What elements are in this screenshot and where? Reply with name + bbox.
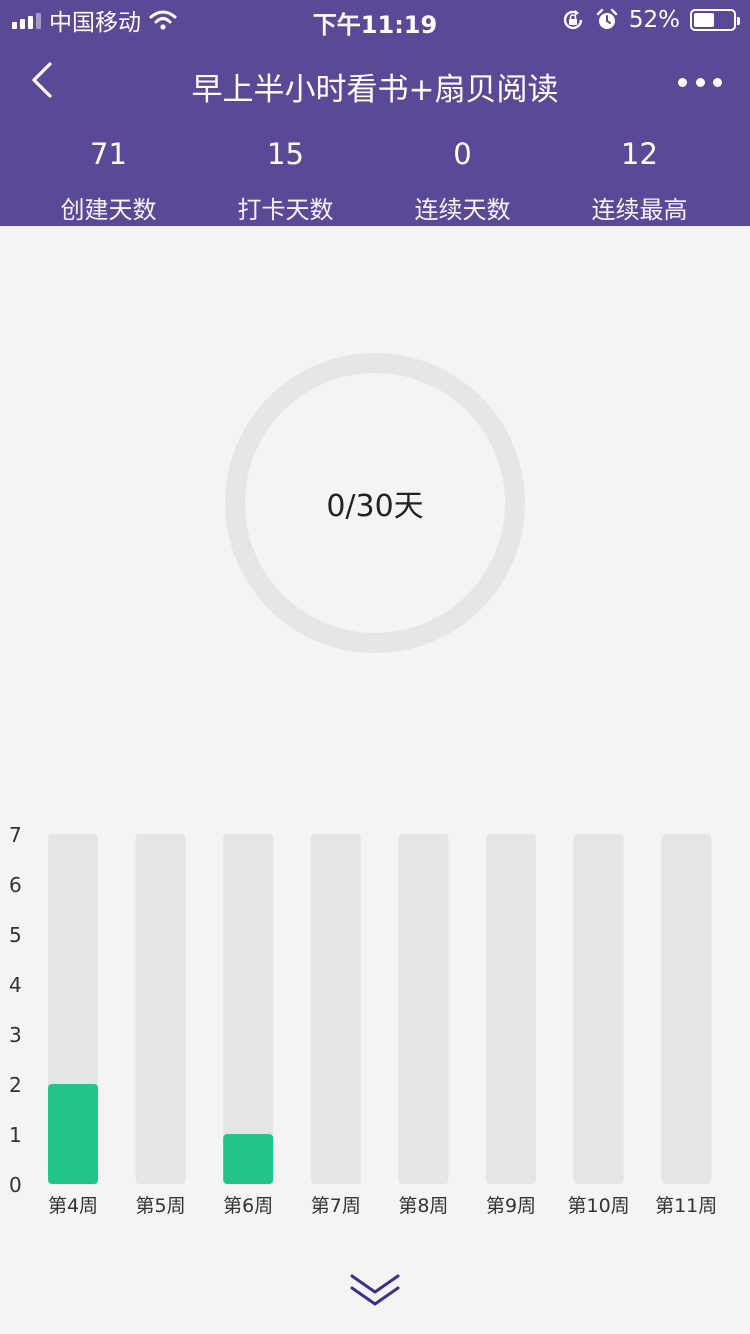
bar-chart-svg: 0 1 2 3 4 5 6 7 第4周 第5周 第6周 第7周 第8周 第9周 第10周 第11周 bbox=[9, 823, 717, 1217]
stat-value: 71 bbox=[90, 137, 127, 171]
more-dots-icon[interactable] bbox=[678, 72, 722, 92]
progress-ring: 0/30天 bbox=[225, 353, 525, 653]
rotation-lock-icon bbox=[563, 10, 583, 30]
bar-value bbox=[223, 1134, 274, 1184]
stat-max-streak: 12 连续最高 bbox=[551, 136, 728, 225]
alarm-icon bbox=[596, 8, 618, 29]
x-tick-label: 第9周 bbox=[486, 1195, 536, 1217]
y-tick-label: 5 bbox=[9, 923, 22, 947]
stats-row: 71 创建天数 15 打卡天数 0 连续天数 12 连续最高 bbox=[0, 136, 750, 225]
chevron-left-icon bbox=[32, 62, 52, 98]
bar-track bbox=[661, 834, 712, 1184]
stat-checkin-days: 15 打卡天数 bbox=[197, 136, 374, 225]
page-header: 早上半小时看书+扇贝阅读 71 创建天数 15 打卡天数 0 连续天数 12 连… bbox=[0, 40, 750, 226]
progress-text: 0/30天 bbox=[326, 489, 424, 524]
bar-track bbox=[398, 834, 449, 1184]
stat-label: 连续最高 bbox=[591, 196, 688, 224]
stat-label: 打卡天数 bbox=[237, 196, 334, 224]
back-button[interactable] bbox=[22, 58, 66, 102]
y-tick-label: 6 bbox=[9, 873, 22, 897]
bar-track bbox=[310, 834, 361, 1184]
stat-value: 0 bbox=[453, 137, 472, 171]
x-tick-label: 第7周 bbox=[311, 1195, 361, 1217]
stat-created-days: 71 创建天数 bbox=[20, 136, 197, 225]
expand-button[interactable] bbox=[349, 1272, 401, 1312]
y-tick-label: 1 bbox=[9, 1123, 22, 1147]
chevron-double-down-icon bbox=[350, 1274, 400, 1306]
stat-label: 创建天数 bbox=[60, 196, 157, 224]
battery-level bbox=[694, 13, 714, 27]
bar-track bbox=[135, 834, 186, 1184]
y-tick-label: 4 bbox=[9, 973, 22, 997]
x-tick-label: 第8周 bbox=[398, 1195, 448, 1217]
stat-value: 12 bbox=[621, 137, 658, 171]
page-title: 早上半小时看书+扇贝阅读 bbox=[191, 72, 559, 108]
stat-label: 连续天数 bbox=[414, 196, 511, 224]
bar-value bbox=[48, 1084, 98, 1184]
status-bar: 中国移动 下午11:19 52% bbox=[0, 0, 750, 40]
y-tick-label: 7 bbox=[9, 823, 22, 847]
stat-value: 15 bbox=[267, 137, 304, 171]
battery-icon bbox=[690, 9, 740, 31]
y-tick-label: 3 bbox=[9, 1023, 22, 1047]
x-tick-label: 第6周 bbox=[223, 1195, 273, 1217]
x-tick-label: 第11周 bbox=[655, 1195, 717, 1217]
y-tick-label: 0 bbox=[9, 1173, 22, 1197]
x-tick-label: 第10周 bbox=[568, 1195, 630, 1217]
x-tick-label: 第5周 bbox=[136, 1195, 186, 1217]
x-tick-label: 第4周 bbox=[48, 1195, 98, 1217]
battery-percent: 52% bbox=[628, 7, 680, 33]
weekly-checkin-chart: 0 1 2 3 4 5 6 7 第4周 第5周 第6周 第7周 第8周 第9周 第10周 第11周 bbox=[0, 820, 750, 1230]
status-right: 52% bbox=[561, 6, 740, 34]
bar-track bbox=[486, 834, 536, 1184]
stat-streak-days: 0 连续天数 bbox=[374, 136, 551, 225]
y-tick-label: 2 bbox=[9, 1073, 22, 1097]
bar-track bbox=[223, 834, 274, 1184]
bar-track bbox=[573, 834, 624, 1184]
